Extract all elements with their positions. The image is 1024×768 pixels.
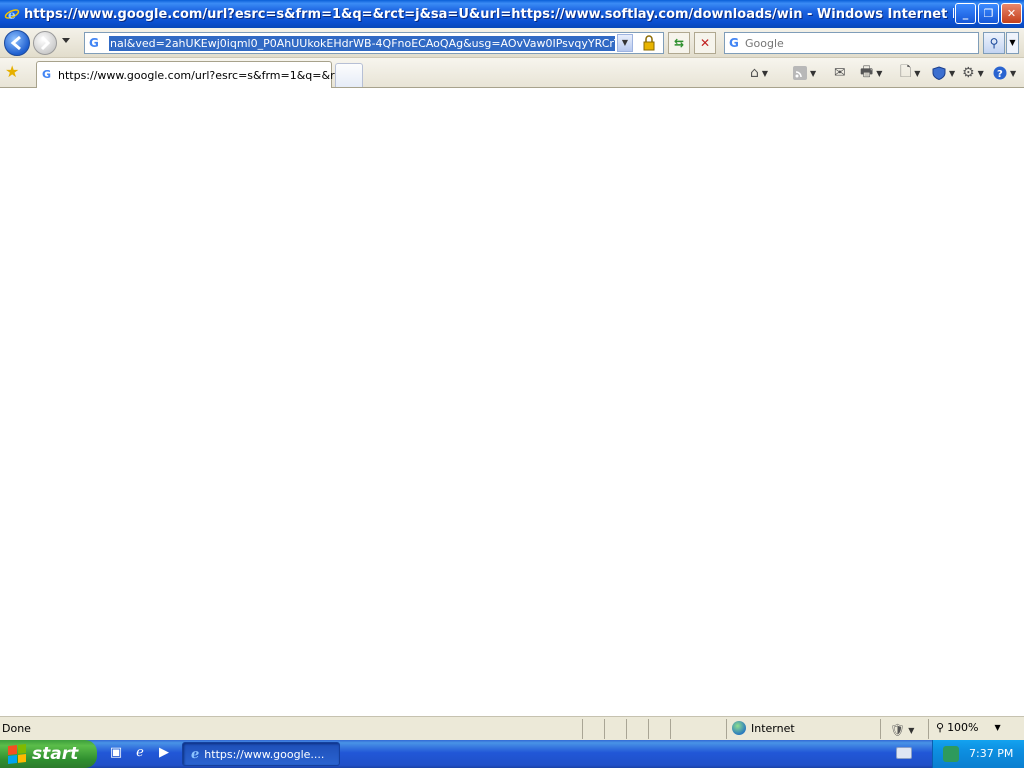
zone-label: Internet bbox=[751, 721, 795, 735]
rss-feed-icon bbox=[793, 66, 807, 80]
zoom-control[interactable]: ⚲ 100% ▼ bbox=[936, 721, 1001, 734]
forward-arrow-icon bbox=[40, 35, 51, 51]
tab-label: https://www.google.com/url?esrc=s&frm=1&… bbox=[58, 69, 356, 82]
chevron-down-icon: ▼ bbox=[621, 38, 629, 47]
navigation-bar: G nal&ved=2ahUKEwj0iqml0_P0AhUUkokEHdrWB… bbox=[0, 28, 1024, 58]
stop-icon: ✕ bbox=[699, 36, 711, 50]
new-tab-button[interactable] bbox=[335, 63, 363, 87]
status-divider bbox=[726, 719, 727, 739]
restore-button[interactable]: ❐ bbox=[978, 3, 999, 24]
address-bar[interactable]: G nal&ved=2ahUKEwj0iqml0_P0AhUUkokEHdrWB… bbox=[84, 32, 664, 54]
windows-flag-icon bbox=[8, 744, 26, 764]
taskbar: start ▣ ℯ ▶ ℯ https://www.google.... 7:3… bbox=[0, 740, 1024, 768]
taskbar-item-ie-window[interactable]: ℯ https://www.google.... bbox=[182, 742, 340, 766]
page-content bbox=[0, 88, 1024, 716]
back-button[interactable] bbox=[4, 30, 30, 56]
tools-menu-button[interactable]: ⚙ ▼ bbox=[962, 64, 984, 82]
status-divider bbox=[582, 719, 583, 739]
google-search-icon: G bbox=[729, 36, 739, 50]
printer-icon: 🖶 bbox=[860, 64, 874, 80]
help-menu-button[interactable]: ? ▼ bbox=[993, 64, 1016, 82]
status-divider bbox=[604, 719, 605, 739]
status-divider bbox=[880, 719, 881, 739]
page-icon: 🗋 bbox=[900, 64, 912, 80]
chevron-down-icon: ▼ bbox=[1009, 38, 1016, 47]
read-mail-button[interactable]: ✉ bbox=[834, 64, 846, 82]
security-zone[interactable]: Internet bbox=[732, 721, 795, 735]
tab-bar: ★ G https://www.google.com/url?esrc=s&fr… bbox=[0, 58, 1024, 88]
stop-button[interactable]: ✕ bbox=[694, 32, 716, 54]
minimize-icon: _ bbox=[962, 7, 969, 20]
system-tray: 7:37 PM bbox=[932, 740, 1024, 768]
print-button[interactable]: 🖶 ▼ bbox=[860, 64, 882, 82]
protected-mode-button[interactable]: 🛡 ▼ bbox=[890, 721, 914, 739]
chevron-down-icon: ▼ bbox=[761, 68, 769, 78]
google-favicon-icon: G bbox=[42, 68, 52, 81]
zoom-magnifier-icon: ⚲ bbox=[936, 721, 945, 734]
help-icon: ? bbox=[993, 66, 1007, 80]
title-bar: e https://www.google.com/url?esrc=s&frm=… bbox=[0, 0, 1024, 28]
svg-text:e: e bbox=[8, 8, 16, 22]
search-box[interactable]: G bbox=[724, 32, 979, 54]
page-menu-button[interactable]: 🗋 ▼ bbox=[900, 64, 920, 82]
chevron-down-icon: ▼ bbox=[994, 723, 1001, 732]
chevron-down-icon: ▼ bbox=[977, 68, 984, 78]
chevron-down-icon: ▼ bbox=[949, 68, 956, 78]
search-input[interactable] bbox=[745, 35, 975, 51]
status-text: Done bbox=[2, 722, 31, 735]
restore-icon: ❐ bbox=[983, 7, 994, 20]
chevron-down-icon: ▼ bbox=[914, 68, 921, 78]
window-title: https://www.google.com/url?esrc=s&frm=1&… bbox=[24, 6, 954, 22]
mail-icon: ✉ bbox=[834, 65, 846, 81]
ie-logo-icon: e bbox=[4, 8, 20, 22]
address-dropdown-button[interactable]: ▼ bbox=[617, 34, 633, 52]
quicklaunch-ie-icon[interactable]: ℯ bbox=[132, 745, 148, 761]
quicklaunch-media-player-icon[interactable]: ▶ bbox=[156, 745, 172, 761]
start-button[interactable]: start bbox=[0, 740, 97, 768]
back-arrow-icon bbox=[10, 35, 21, 51]
magnifier-icon: ⚲ bbox=[989, 36, 999, 50]
status-bar: Done Internet 🛡 ▼ ⚲ 100% ▼ bbox=[0, 716, 1024, 740]
close-button[interactable]: ✕ bbox=[1001, 3, 1022, 24]
start-label: start bbox=[32, 744, 79, 764]
search-button[interactable]: ⚲ bbox=[983, 32, 1005, 54]
ie-icon: ℯ bbox=[191, 746, 200, 762]
quicklaunch-desktop-icon[interactable]: ▣ bbox=[108, 745, 124, 761]
search-options-dropdown[interactable]: ▼ bbox=[1006, 32, 1019, 54]
address-input[interactable]: nal&ved=2ahUKEwj0iqml0_P0AhUUkokEHdrWB-4… bbox=[109, 36, 615, 51]
globe-icon bbox=[732, 721, 746, 735]
minimize-button[interactable]: _ bbox=[955, 3, 976, 24]
recent-pages-dropdown-icon[interactable] bbox=[61, 37, 71, 45]
chevron-down-icon: ▼ bbox=[810, 68, 817, 78]
feeds-button[interactable]: ▼ bbox=[793, 64, 816, 82]
close-icon: ✕ bbox=[1006, 7, 1017, 20]
status-divider bbox=[626, 719, 627, 739]
gear-icon: ⚙ bbox=[962, 65, 975, 81]
clock[interactable]: 7:37 PM bbox=[969, 747, 1013, 760]
chevron-down-icon: ▼ bbox=[876, 68, 883, 78]
chevron-down-icon: ▼ bbox=[1010, 68, 1017, 78]
forward-button[interactable] bbox=[33, 31, 57, 55]
refresh-button[interactable]: ⇆ bbox=[668, 32, 690, 54]
status-divider bbox=[648, 719, 649, 739]
safety-menu-button[interactable]: ▼ bbox=[932, 64, 955, 82]
network-icon[interactable] bbox=[943, 746, 959, 762]
tab-active[interactable]: G https://www.google.com/url?esrc=s&frm=… bbox=[36, 61, 355, 88]
google-favicon-icon: G bbox=[89, 36, 99, 50]
protected-mode-icon: 🛡 bbox=[890, 723, 906, 737]
zoom-level: 100% bbox=[947, 721, 979, 734]
chevron-down-icon: ▼ bbox=[908, 725, 915, 735]
home-icon: ⌂ bbox=[750, 65, 759, 81]
shield-icon bbox=[932, 66, 946, 80]
refresh-icon: ⇆ bbox=[673, 36, 685, 50]
favorites-star-icon[interactable]: ★ bbox=[5, 64, 19, 80]
status-divider bbox=[670, 719, 671, 739]
lock-icon[interactable] bbox=[641, 35, 657, 51]
status-divider bbox=[928, 719, 929, 739]
taskbar-item-label: https://www.google.... bbox=[204, 747, 325, 761]
home-button[interactable]: ⌂ ▼ bbox=[750, 64, 768, 82]
svg-text:?: ? bbox=[997, 69, 1003, 80]
keyboard-layout-icon[interactable] bbox=[896, 747, 912, 759]
